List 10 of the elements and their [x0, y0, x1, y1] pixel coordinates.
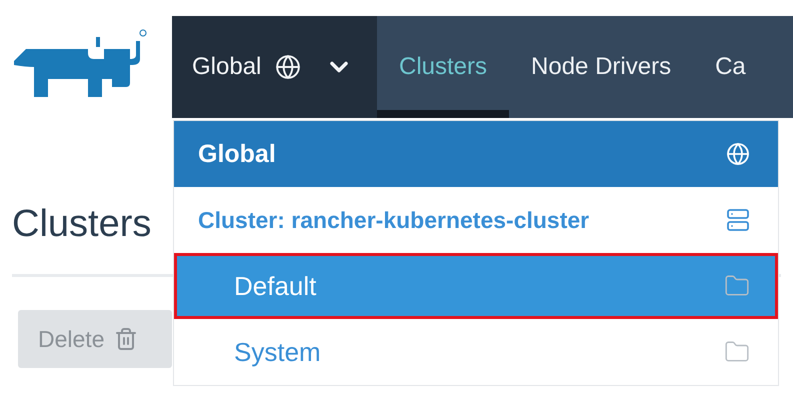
server-icon: [726, 208, 750, 232]
globe-icon: [275, 54, 302, 80]
globe-icon: [726, 142, 750, 166]
trash-icon: [114, 327, 138, 351]
menu-item[interactable]: Default: [174, 253, 778, 319]
menu-item[interactable]: Global: [174, 121, 778, 187]
scope-selector[interactable]: Global: [172, 16, 377, 118]
nav-tab[interactable]: Ca: [693, 16, 768, 118]
page-title: Clusters: [12, 202, 152, 247]
nav-tab[interactable]: Node Drivers: [509, 16, 694, 118]
